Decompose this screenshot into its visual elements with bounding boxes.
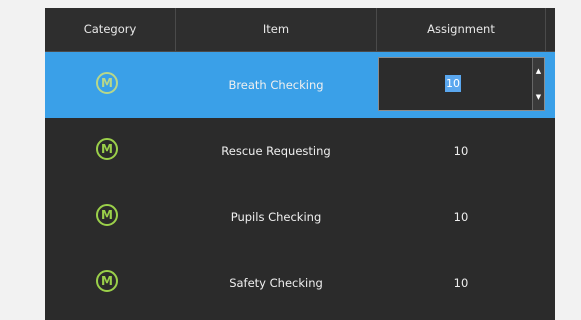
assignment-cell[interactable]: 10: [377, 118, 545, 184]
table-row-safety-checking[interactable]: M Safety Checking 10: [45, 250, 555, 316]
item-cell: Rescue Requesting: [221, 144, 331, 158]
manual-category-icon: M: [96, 72, 118, 94]
column-header-category[interactable]: Category: [45, 8, 175, 51]
column-header-item[interactable]: Item: [176, 8, 376, 51]
manual-category-icon: M: [96, 270, 118, 292]
assignment-spinbox[interactable]: 10 ▲ ▼: [378, 57, 545, 111]
table-row-pupils-checking[interactable]: M Pupils Checking 10: [45, 184, 555, 250]
item-cell: Safety Checking: [229, 276, 323, 290]
spin-down-icon[interactable]: ▼: [533, 84, 544, 110]
table-row-rescue-requesting[interactable]: M Rescue Requesting 10: [45, 118, 555, 184]
spin-buttons: ▲ ▼: [532, 58, 544, 110]
spin-up-icon[interactable]: ▲: [533, 58, 544, 84]
assignment-cell[interactable]: 10: [377, 250, 545, 316]
column-header-assignment[interactable]: Assignment: [377, 8, 545, 51]
assignment-input[interactable]: 10: [445, 75, 461, 92]
column-divider: [545, 8, 546, 51]
assignment-cell[interactable]: 10: [377, 184, 545, 250]
item-cell: Pupils Checking: [230, 210, 322, 224]
manual-category-icon: M: [96, 138, 118, 160]
assignment-table: Category Item Assignment M Breath Checki…: [45, 8, 555, 320]
manual-category-icon: M: [96, 204, 118, 226]
item-cell: Breath Checking: [228, 78, 324, 92]
table-row-breath-checking[interactable]: M Breath Checking 10 ▲ ▼: [45, 52, 555, 118]
table-header: Category Item Assignment: [45, 8, 555, 52]
